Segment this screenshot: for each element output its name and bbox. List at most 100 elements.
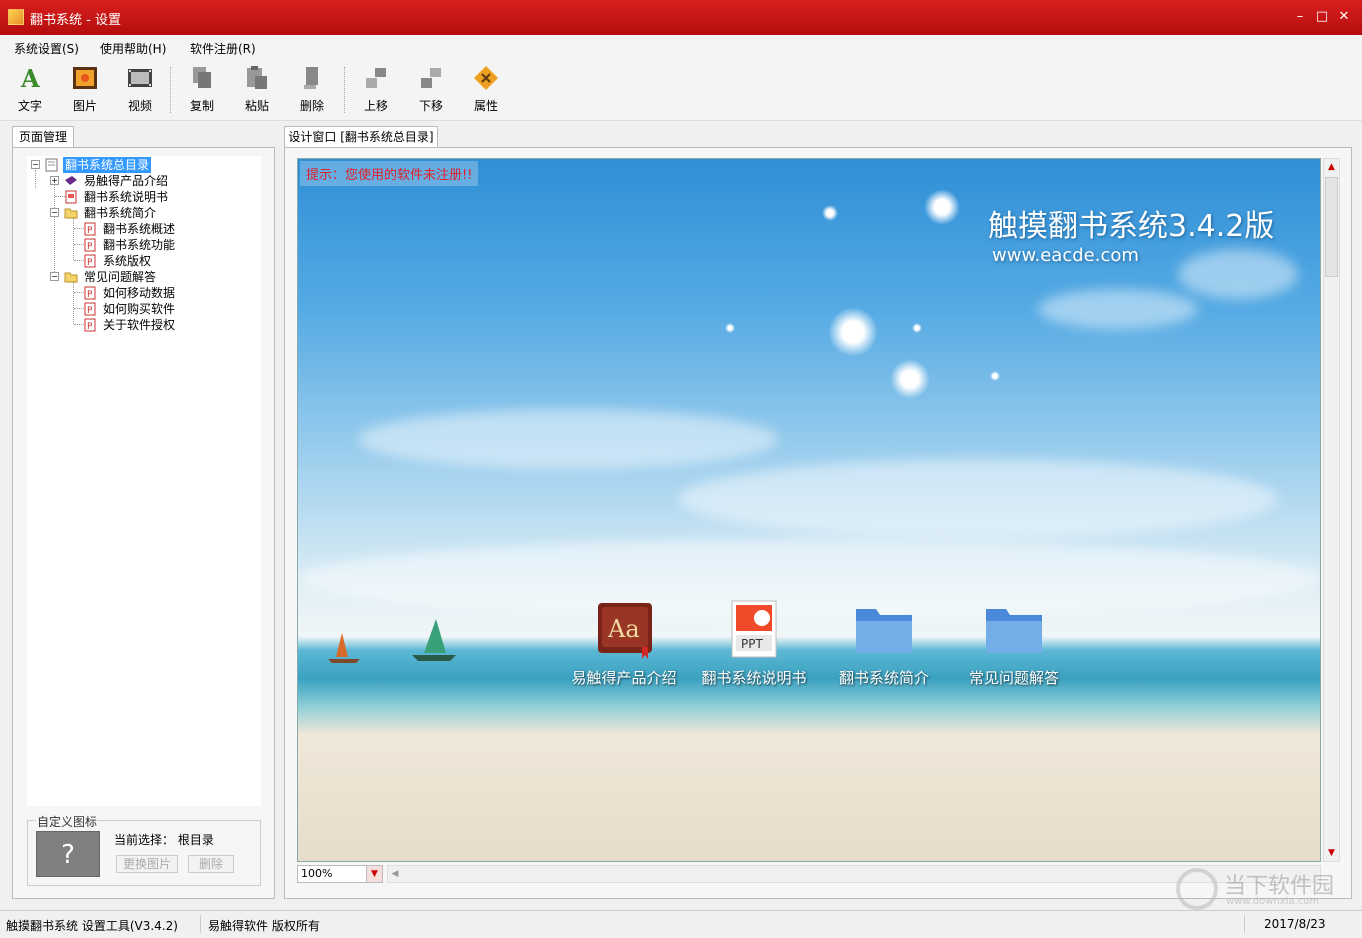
menu-help[interactable]: 使用帮助(H)	[100, 40, 166, 57]
unregistered-warning: 提示：您使用的软件未注册!!	[300, 161, 479, 186]
minimize-button[interactable]: –	[1288, 6, 1312, 28]
text-button[interactable]: A 文字	[8, 65, 52, 117]
sailboat-icon	[412, 619, 456, 661]
page-manager-panel: − 翻书系统总目录 + 易触得产品介绍 翻书系统说明书 − 翻书系统简介 P 翻…	[12, 147, 275, 899]
ppt-badge: PPT	[741, 637, 763, 651]
design-canvas[interactable]: 提示：您使用的软件未注册!! 触摸翻书系统3.4.2版 www.eacde.co…	[297, 158, 1321, 862]
vertical-scrollbar[interactable]: ▲ ▼	[1323, 158, 1340, 862]
tree-node-label: 翻书系统概述	[103, 222, 176, 236]
page-icon: P	[84, 286, 96, 300]
watermark: 当下软件园 www.downxia.com	[1176, 864, 1356, 912]
video-button[interactable]: 视频	[118, 65, 162, 117]
move-up-icon	[366, 68, 386, 88]
video-icon	[128, 69, 152, 87]
maximize-button[interactable]: □	[1310, 6, 1334, 28]
properties-button[interactable]: 属性	[464, 65, 508, 117]
design-panel: 提示：您使用的软件未注册!! 触摸翻书系统3.4.2版 www.eacde.co…	[284, 147, 1352, 899]
scroll-up-icon[interactable]: ▲	[1324, 159, 1339, 175]
folder-icon	[856, 609, 912, 653]
paste-button[interactable]: 粘贴	[235, 65, 279, 117]
svg-text:Aa: Aa	[607, 615, 640, 643]
light-orb	[822, 205, 838, 221]
status-separator	[200, 915, 201, 933]
tree-node-label: 关于软件授权	[103, 318, 176, 332]
video-button-label: 视频	[127, 99, 152, 113]
delete-button[interactable]: 删除	[290, 65, 334, 117]
sailboat-icon	[328, 633, 360, 663]
collapse-icon[interactable]: −	[50, 208, 59, 217]
move-down-button-label: 下移	[418, 99, 443, 113]
menu-bar: 系统设置(S) 使用帮助(H) 软件注册(R)	[0, 35, 1362, 59]
copy-icon	[193, 67, 211, 88]
light-orb	[924, 189, 960, 225]
status-date: 2017/8/23	[1264, 917, 1326, 931]
copy-button[interactable]: 复制	[180, 65, 224, 117]
toolbar-separator	[170, 67, 171, 113]
menu-system-settings[interactable]: 系统设置(S)	[14, 40, 79, 57]
light-orb	[990, 371, 1000, 381]
tree-line	[73, 218, 74, 260]
expand-icon[interactable]: +	[50, 176, 59, 185]
tree-node-label: 系统版权	[103, 254, 152, 268]
desk-item-faq[interactable]: 常见问题解答	[954, 599, 1074, 688]
status-separator	[1244, 915, 1245, 933]
watermark-url: www.downxia.com	[1226, 896, 1320, 907]
desk-item-product-intro[interactable]: Aa 易触得产品介绍	[564, 599, 684, 688]
zoom-bar: 100% ▼ ◀	[297, 864, 1321, 884]
move-down-button[interactable]: 下移	[409, 65, 453, 117]
text-button-label: 文字	[17, 99, 42, 113]
scroll-left-icon[interactable]: ◀	[388, 866, 402, 882]
change-image-button[interactable]: 更换图片	[116, 855, 178, 873]
image-button[interactable]: 图片	[63, 65, 107, 117]
title-bar: 翻书系统 - 设置 – □ ✕	[0, 0, 1362, 35]
chevron-down-icon[interactable]: ▼	[366, 866, 382, 882]
scroll-thumb[interactable]	[1325, 177, 1338, 277]
page-icon: P	[84, 318, 96, 332]
svg-text:P: P	[87, 258, 93, 268]
menu-register[interactable]: 软件注册(R)	[190, 40, 256, 57]
desk-item-intro[interactable]: 翻书系统简介	[824, 599, 944, 688]
text-icon: A	[20, 65, 40, 91]
copy-button-label: 复制	[189, 99, 214, 113]
collapse-icon[interactable]: −	[50, 272, 59, 281]
book-icon	[65, 176, 77, 185]
app-icon	[8, 9, 24, 25]
custom-icon-legend: 自定义图标	[36, 813, 99, 830]
desk-item-manual[interactable]: PPT 翻书系统说明书	[694, 599, 814, 688]
folder-icon	[986, 609, 1042, 653]
toolbar-separator	[344, 67, 345, 113]
cloud	[1178, 249, 1298, 299]
page-icon: P	[84, 238, 96, 252]
cloud	[1038, 289, 1198, 329]
page-icon: P	[84, 222, 96, 236]
light-orb	[828, 307, 878, 357]
paste-icon	[247, 66, 267, 89]
move-up-button[interactable]: 上移	[354, 65, 398, 117]
svg-text:A: A	[20, 65, 40, 91]
watermark-logo	[1176, 868, 1218, 910]
brand-url: www.eacde.com	[992, 245, 1139, 266]
book-icon: Aa	[598, 603, 652, 659]
folder-open-icon	[64, 272, 78, 283]
cloud	[358, 409, 778, 469]
page-icon: P	[84, 302, 96, 316]
svg-text:P: P	[87, 290, 93, 300]
scroll-down-icon[interactable]: ▼	[1324, 845, 1339, 861]
delete-image-button[interactable]: 删除	[188, 855, 234, 873]
close-button[interactable]: ✕	[1332, 6, 1356, 28]
tab-design-window[interactable]: 设计窗口 [翻书系统总目录]	[284, 126, 438, 148]
zoom-select[interactable]: 100% ▼	[297, 865, 383, 883]
tree-line	[54, 180, 55, 276]
current-selection-value: 根目录	[177, 833, 214, 847]
tree-node-label: 翻书系统总目录	[63, 157, 152, 173]
status-copyright: 易触得软件 版权所有	[208, 919, 320, 933]
tree-node-label: 易触得产品介绍	[84, 174, 169, 188]
desk-item-label: 易触得产品介绍	[571, 669, 677, 687]
tab-page-manager[interactable]: 页面管理	[12, 126, 74, 148]
image-icon	[73, 67, 97, 89]
window-title: 翻书系统 - 设置	[30, 13, 121, 28]
tree-node-label: 常见问题解答	[84, 270, 157, 284]
ppt-file-icon	[65, 190, 77, 204]
collapse-icon[interactable]: −	[31, 160, 40, 169]
brand-title: 触摸翻书系统3.4.2版	[988, 209, 1275, 244]
